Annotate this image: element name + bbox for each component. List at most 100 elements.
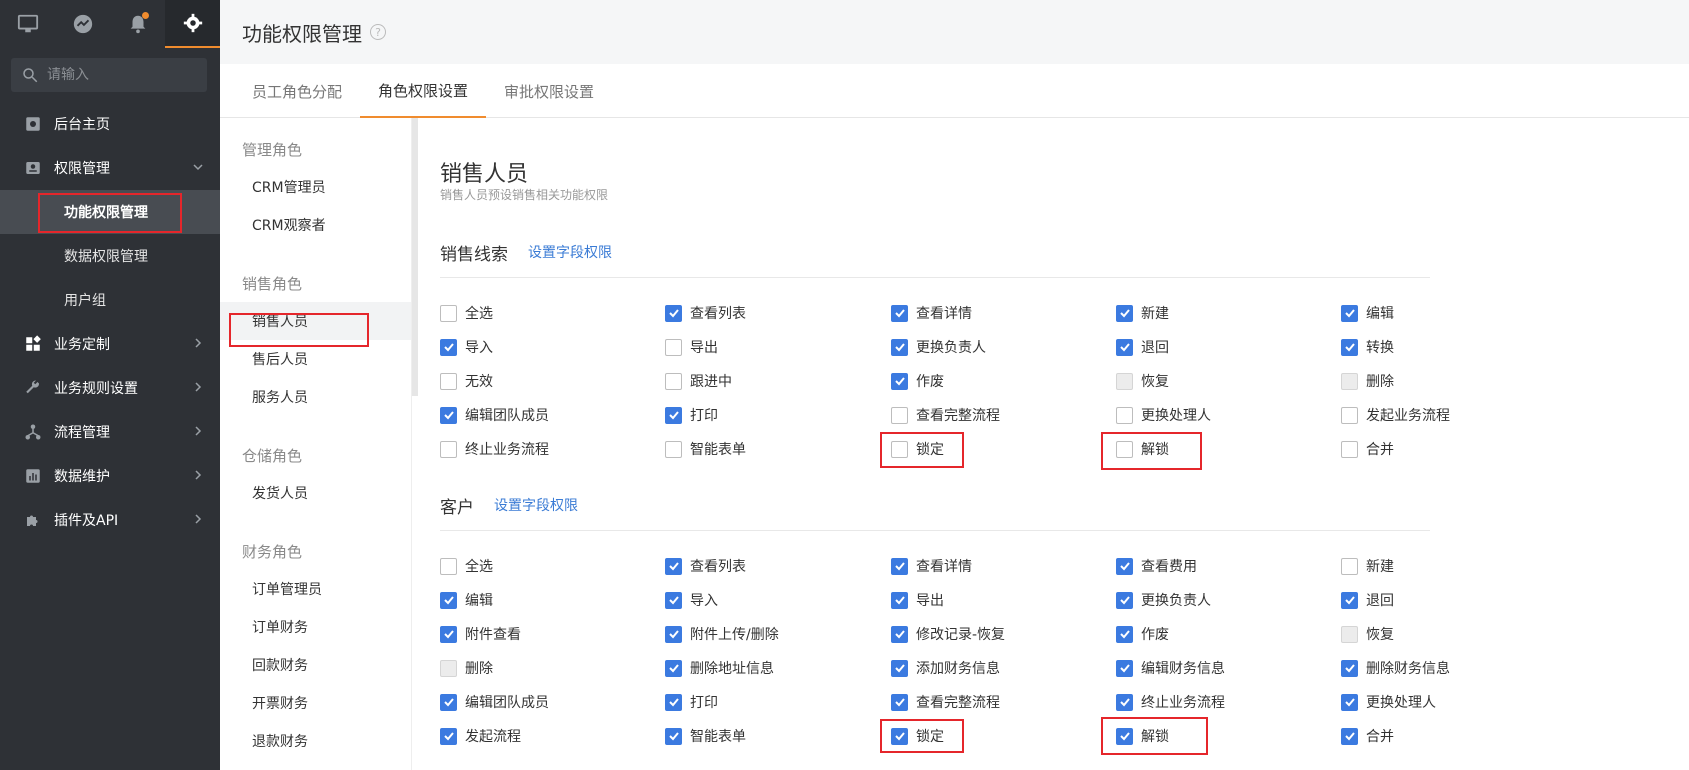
checkbox-checked-icon[interactable] (891, 557, 908, 575)
permission-checkbox[interactable]: 编辑 (1341, 296, 1394, 330)
search-input[interactable] (47, 67, 197, 83)
permission-checkbox[interactable]: 删除地址信息 (665, 651, 774, 685)
checkbox-empty-icon[interactable] (1116, 372, 1133, 390)
checkbox-checked-icon[interactable] (440, 591, 457, 609)
permission-checkbox[interactable]: 编辑财务信息 (1116, 651, 1225, 685)
checkbox-checked-icon[interactable] (1341, 304, 1358, 322)
permission-checkbox[interactable]: 更换处理人 (1116, 398, 1211, 432)
permission-checkbox[interactable]: 智能表单 (665, 432, 746, 466)
permission-checkbox[interactable]: 退回 (1116, 330, 1169, 364)
checkbox-checked-icon[interactable] (665, 406, 682, 424)
checkbox-checked-icon[interactable] (665, 557, 682, 575)
permission-checkbox[interactable]: 新建 (1341, 549, 1394, 583)
checkbox-checked-icon[interactable] (1116, 625, 1133, 643)
permission-checkbox[interactable]: 更换处理人 (1341, 685, 1436, 719)
permission-checkbox[interactable]: 终止业务流程 (440, 432, 549, 466)
nav-user-group[interactable]: 用户组 (0, 278, 220, 322)
permission-checkbox[interactable]: 合并 (1341, 432, 1394, 466)
nav-dashboard[interactable]: 后台主页 (0, 102, 220, 146)
checkbox-empty-icon[interactable] (440, 659, 457, 677)
checkbox-checked-icon[interactable] (891, 591, 908, 609)
role-list-scrollbar[interactable] (412, 118, 418, 396)
nav-business-rules[interactable]: 业务规则设置 (0, 366, 220, 410)
bell-icon[interactable] (110, 0, 165, 48)
permission-checkbox[interactable]: 全选 (440, 296, 493, 330)
role-item[interactable]: 发货人员 (220, 474, 411, 512)
checkbox-empty-icon[interactable] (1341, 372, 1358, 390)
checkbox-checked-icon[interactable] (1341, 727, 1358, 745)
checkbox-checked-icon[interactable] (665, 693, 682, 711)
checkbox-checked-icon[interactable] (440, 693, 457, 711)
checkbox-checked-icon[interactable] (891, 338, 908, 356)
permission-checkbox[interactable]: 附件查看 (440, 617, 521, 651)
checkbox-checked-icon[interactable] (1116, 659, 1133, 677)
permission-checkbox[interactable]: 附件上传/删除 (665, 617, 779, 651)
permission-checkbox[interactable]: 导出 (665, 330, 718, 364)
checkbox-empty-icon[interactable] (1341, 557, 1358, 575)
tab-approval-permissions[interactable]: 审批权限设置 (486, 64, 612, 118)
nav-plugins-api[interactable]: 插件及API (0, 498, 220, 542)
checkbox-checked-icon[interactable] (1116, 693, 1133, 711)
permission-checkbox[interactable]: 打印 (665, 685, 718, 719)
permission-checkbox[interactable]: 导入 (440, 330, 493, 364)
permission-checkbox[interactable]: 删除财务信息 (1341, 651, 1450, 685)
checkbox-checked-icon[interactable] (891, 304, 908, 322)
help-icon[interactable]: ? (370, 24, 386, 40)
role-item[interactable]: 服务人员 (220, 378, 411, 416)
permission-checkbox[interactable]: 转换 (1341, 330, 1394, 364)
permission-checkbox[interactable]: 合并 (1341, 719, 1394, 753)
nav-data-maintenance[interactable]: 数据维护 (0, 454, 220, 498)
nav-process-management[interactable]: 流程管理 (0, 410, 220, 454)
permission-checkbox[interactable]: 导出 (891, 583, 944, 617)
permission-checkbox[interactable]: 新建 (1116, 296, 1169, 330)
checkbox-checked-icon[interactable] (665, 659, 682, 677)
permission-checkbox[interactable]: 更换负责人 (1116, 583, 1211, 617)
field-permission-link[interactable]: 设置字段权限 (528, 242, 612, 262)
permission-checkbox[interactable]: 发起流程 (440, 719, 521, 753)
checkbox-checked-icon[interactable] (891, 659, 908, 677)
checkbox-checked-icon[interactable] (1116, 304, 1133, 322)
permission-checkbox[interactable]: 终止业务流程 (1116, 685, 1225, 719)
role-item[interactable]: CRM管理员 (220, 168, 411, 206)
permission-checkbox[interactable]: 导入 (665, 583, 718, 617)
checkbox-empty-icon[interactable] (1341, 625, 1358, 643)
field-permission-link[interactable]: 设置字段权限 (494, 495, 578, 515)
checkbox-checked-icon[interactable] (440, 406, 457, 424)
checkbox-empty-icon[interactable] (440, 440, 457, 458)
checkbox-checked-icon[interactable] (891, 372, 908, 390)
checkbox-empty-icon[interactable] (1341, 440, 1358, 458)
checkbox-empty-icon[interactable] (891, 406, 908, 424)
nav-data-permission[interactable]: 数据权限管理 (0, 234, 220, 278)
permission-checkbox[interactable]: 编辑团队成员 (440, 685, 549, 719)
role-item[interactable]: CRM观察者 (220, 206, 411, 244)
checkbox-empty-icon[interactable] (440, 372, 457, 390)
checkbox-empty-icon[interactable] (1116, 406, 1133, 424)
permission-checkbox[interactable]: 查看列表 (665, 296, 746, 330)
permission-checkbox[interactable]: 编辑团队成员 (440, 398, 549, 432)
role-item[interactable]: 开票财务 (220, 684, 411, 722)
checkbox-checked-icon[interactable] (440, 338, 457, 356)
permission-checkbox[interactable]: 无效 (440, 364, 493, 398)
checkbox-empty-icon[interactable] (665, 440, 682, 458)
permission-checkbox[interactable]: 修改记录-恢复 (891, 617, 1005, 651)
permission-checkbox[interactable]: 打印 (665, 398, 718, 432)
checkbox-checked-icon[interactable] (440, 625, 457, 643)
checkbox-empty-icon[interactable] (440, 557, 457, 575)
checkbox-checked-icon[interactable] (1341, 693, 1358, 711)
trend-icon[interactable] (55, 0, 110, 48)
checkbox-empty-icon[interactable] (665, 338, 682, 356)
permission-checkbox[interactable]: 全选 (440, 549, 493, 583)
tab-role-permissions[interactable]: 角色权限设置 (360, 64, 487, 118)
checkbox-checked-icon[interactable] (1341, 338, 1358, 356)
permission-checkbox[interactable]: 作废 (1116, 617, 1169, 651)
permission-checkbox[interactable]: 查看详情 (891, 549, 972, 583)
permission-checkbox[interactable]: 跟进中 (665, 364, 732, 398)
tab-employee-roles[interactable]: 员工角色分配 (234, 64, 360, 118)
nav-permission-management[interactable]: 权限管理 (0, 146, 220, 190)
checkbox-checked-icon[interactable] (891, 693, 908, 711)
role-item[interactable]: 订单管理员 (220, 570, 411, 608)
permission-checkbox[interactable]: 查看列表 (665, 549, 746, 583)
permission-checkbox[interactable]: 智能表单 (665, 719, 746, 753)
role-item[interactable]: 订单财务 (220, 608, 411, 646)
permission-checkbox[interactable]: 查看完整流程 (891, 685, 1000, 719)
